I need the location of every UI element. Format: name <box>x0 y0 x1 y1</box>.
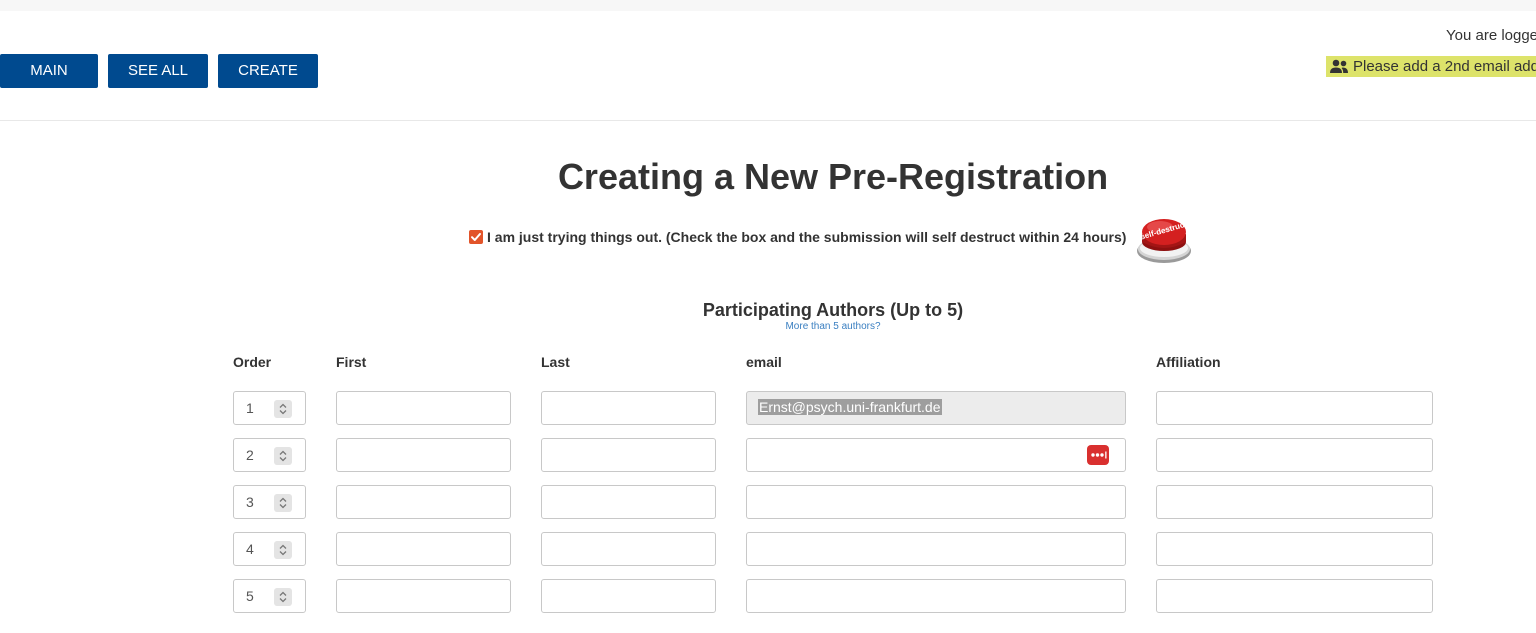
author-row: 3 <box>0 485 1536 519</box>
order-stepper[interactable]: 3 <box>233 485 306 519</box>
email-field[interactable] <box>746 438 1126 472</box>
last-name-field[interactable] <box>541 532 716 566</box>
more-authors-link[interactable]: More than 5 authors? <box>0 321 1536 332</box>
page-title: Creating a New Pre-Registration <box>557 156 1109 197</box>
order-value: 5 <box>246 588 254 604</box>
create-button[interactable]: CREATE <box>218 54 318 88</box>
affiliation-field[interactable] <box>1156 391 1433 425</box>
trial-label: I am just trying things out. (Check the … <box>487 229 1127 245</box>
email-field[interactable] <box>746 532 1126 566</box>
order-stepper[interactable]: 4 <box>233 532 306 566</box>
self-destruct-button-icon: self-destruct <box>1137 219 1191 263</box>
column-email: email <box>746 354 782 370</box>
first-name-field[interactable] <box>336 485 511 519</box>
last-name-field[interactable] <box>541 485 716 519</box>
main-button[interactable]: MAIN <box>0 54 98 88</box>
see-all-button[interactable]: SEE ALL <box>108 54 208 88</box>
last-name-field[interactable] <box>541 579 716 613</box>
email-field[interactable] <box>746 485 1126 519</box>
column-last: Last <box>541 354 570 370</box>
order-value: 3 <box>246 494 254 510</box>
order-value: 2 <box>246 447 254 463</box>
stepper-arrows-icon[interactable] <box>274 494 292 512</box>
password-manager-icon[interactable] <box>1087 445 1109 465</box>
order-stepper[interactable]: 1 <box>233 391 306 425</box>
column-order: Order <box>233 354 272 370</box>
author-row: 2 <box>0 438 1536 472</box>
trial-option: I am just trying things out. (Check the … <box>469 229 1126 245</box>
header-divider <box>0 120 1536 121</box>
users-icon <box>1330 59 1348 73</box>
author-row: 4 <box>0 532 1536 566</box>
author-row: 5 <box>0 579 1536 613</box>
top-strip <box>0 0 1536 11</box>
column-first: First <box>336 354 367 370</box>
stepper-arrows-icon[interactable] <box>274 447 292 465</box>
affiliation-field[interactable] <box>1156 532 1433 566</box>
trial-checkbox[interactable] <box>469 230 483 244</box>
stepper-arrows-icon[interactable] <box>274 400 292 418</box>
email-value: Ernst@psych.uni-frankfurt.de <box>758 399 942 415</box>
stepper-arrows-icon[interactable] <box>274 541 292 559</box>
affiliation-field[interactable] <box>1156 485 1433 519</box>
stepper-arrows-icon[interactable] <box>274 588 292 606</box>
affiliation-field[interactable] <box>1156 579 1433 613</box>
order-stepper[interactable]: 5 <box>233 579 306 613</box>
email-field[interactable]: Ernst@psych.uni-frankfurt.de <box>746 391 1126 425</box>
email-notice[interactable]: Please add a 2nd email address <box>1326 56 1536 77</box>
email-field[interactable] <box>746 579 1126 613</box>
order-value: 4 <box>246 541 254 557</box>
order-stepper[interactable]: 2 <box>233 438 306 472</box>
email-notice-text: Please add a 2nd email address <box>1353 58 1536 75</box>
column-affiliation: Affiliation <box>1156 354 1221 370</box>
affiliation-field[interactable] <box>1156 438 1433 472</box>
authors-title: Participating Authors (Up to 5) <box>702 300 964 320</box>
first-name-field[interactable] <box>336 579 511 613</box>
first-name-field[interactable] <box>336 532 511 566</box>
order-value: 1 <box>246 400 254 416</box>
author-row: 1 Ernst@psych.uni-frankfurt.de <box>0 391 1536 425</box>
login-status: You are logged in as <box>1446 27 1536 44</box>
checkmark-icon <box>471 233 481 241</box>
first-name-field[interactable] <box>336 391 511 425</box>
first-name-field[interactable] <box>336 438 511 472</box>
last-name-field[interactable] <box>541 391 716 425</box>
last-name-field[interactable] <box>541 438 716 472</box>
